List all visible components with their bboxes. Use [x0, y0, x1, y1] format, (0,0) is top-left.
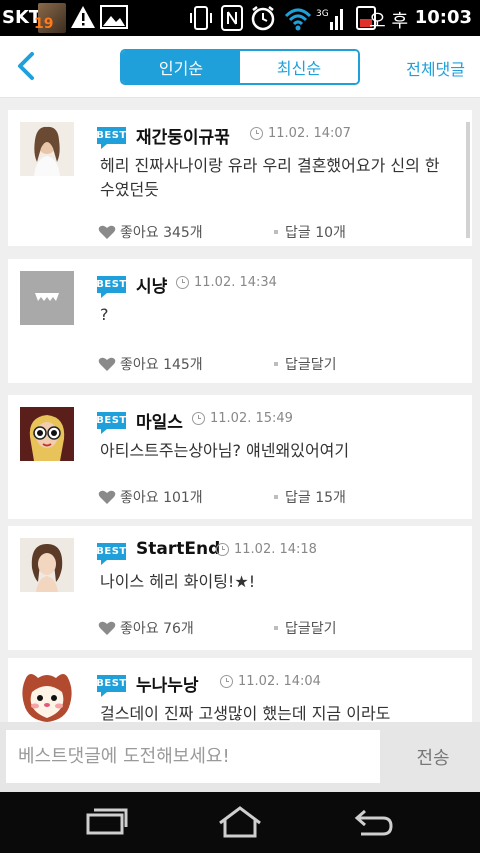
- comment-text: ?: [100, 305, 109, 324]
- like-button[interactable]: 좋아요 345개: [98, 222, 203, 242]
- bullet-icon: [274, 626, 278, 630]
- vibrate-icon: [190, 4, 212, 40]
- comment-timestamp: 11.02. 14:34: [176, 275, 277, 290]
- comment-text: 헤리 진짜사나이랑 유라 우리 결혼했어요가 신의 한수였던듯: [100, 156, 440, 199]
- home-button[interactable]: [210, 800, 270, 844]
- comment-list[interactable]: BEST 재간둥이규꾺 11.02. 14:07 헤리 진짜사나이랑 유라 우리…: [0, 98, 480, 722]
- nfc-icon: [220, 4, 244, 40]
- comment-item: BEST 시냥 11.02. 14:34 ? 좋아요 145개 답글달기: [8, 259, 472, 383]
- signal-icon: 3G: [316, 4, 346, 40]
- comment-item: BEST StartEnd 11.02. 14:18 나이스 헤리 화이팅!★!…: [8, 526, 472, 650]
- avatar[interactable]: [20, 271, 74, 325]
- comment-text: 나이스 헤리 화이팅!★!: [100, 572, 256, 591]
- bullet-icon: [274, 495, 278, 499]
- clock-icon: [192, 412, 205, 425]
- wifi-icon: [284, 4, 312, 40]
- best-badge: BEST: [96, 276, 126, 298]
- comment-item: BEST 재간둥이규꾺 11.02. 14:07 헤리 진짜사나이랑 유라 우리…: [8, 110, 472, 246]
- heart-icon: [98, 490, 116, 504]
- tab-latest[interactable]: 최신순: [240, 51, 358, 83]
- comments-header: 인기순 최신순 전체댓글: [0, 36, 480, 98]
- comment-item: BEST 누나누낭 11.02. 14:04 걸스데이 진짜 고생많이 했는데 …: [8, 658, 472, 722]
- scrollbar[interactable]: [466, 122, 470, 238]
- best-badge: BEST: [96, 675, 126, 697]
- comment-nickname[interactable]: 누나누낭: [136, 671, 199, 696]
- avatar[interactable]: [20, 122, 74, 176]
- recent-apps-icon: [86, 808, 128, 835]
- best-badge: BEST: [96, 412, 126, 434]
- comment-text: 아티스트주는상아님? 얘넨왜있어여기: [100, 441, 350, 460]
- clock-icon: [220, 675, 233, 688]
- clock-icon: [176, 276, 189, 289]
- back-arrow-icon: [354, 809, 393, 836]
- avatar[interactable]: [20, 538, 74, 592]
- chevron-left-icon: [18, 52, 34, 80]
- image-icon: [100, 4, 128, 38]
- all-comments-link[interactable]: 전체댓글: [406, 56, 465, 80]
- heart-icon: [98, 225, 116, 239]
- comment-nickname[interactable]: StartEnd: [136, 539, 220, 559]
- avatar[interactable]: [20, 407, 74, 461]
- sort-segmented-control: 인기순 최신순: [120, 49, 360, 85]
- comment-timestamp: 11.02. 14:04: [220, 674, 321, 689]
- comment-nickname[interactable]: 재간둥이규꾺: [136, 123, 230, 148]
- reply-button[interactable]: 답글 10개: [274, 222, 346, 242]
- heart-icon: [98, 621, 116, 635]
- alarm-icon: [250, 4, 276, 40]
- like-button[interactable]: 좋아요 101개: [98, 487, 203, 507]
- comment-text: 걸스데이 진짜 고생많이 했는데 지금 이라도: [100, 704, 391, 722]
- back-nav-button[interactable]: [343, 800, 403, 844]
- reply-button[interactable]: 답글 15개: [274, 487, 346, 507]
- best-badge: BEST: [96, 127, 126, 149]
- clock-icon: [250, 127, 263, 140]
- home-icon: [219, 806, 261, 838]
- comment-nickname[interactable]: 시냥: [136, 272, 167, 297]
- ampm-label: 오 후: [369, 11, 408, 32]
- clock-icon: [216, 543, 229, 556]
- avatar[interactable]: [20, 670, 74, 722]
- comment-input[interactable]: [6, 730, 380, 783]
- heart-icon: [98, 357, 116, 371]
- send-button[interactable]: 전송: [392, 730, 474, 783]
- like-button[interactable]: 좋아요 76개: [98, 618, 194, 638]
- comment-item: BEST 마일스 11.02. 15:49 아티스트주는상아님? 얘넨왜있어여기…: [8, 395, 472, 519]
- back-button[interactable]: [10, 48, 46, 84]
- reply-button[interactable]: 답글달기: [274, 354, 337, 374]
- reply-button[interactable]: 답글달기: [274, 618, 337, 638]
- bullet-icon: [274, 230, 278, 234]
- recent-apps-button[interactable]: [76, 800, 136, 844]
- comment-timestamp: 11.02. 15:49: [192, 411, 293, 426]
- comment-timestamp: 11.02. 14:07: [250, 126, 351, 141]
- system-navigation-bar: [0, 792, 480, 853]
- comment-input-bar: 전송: [0, 722, 480, 792]
- clock-label: 10:03: [414, 7, 472, 28]
- like-button[interactable]: 좋아요 145개: [98, 354, 203, 374]
- tab-popular[interactable]: 인기순: [122, 51, 240, 83]
- svg-text:3G: 3G: [316, 9, 329, 19]
- warning-icon: [70, 4, 96, 38]
- comment-timestamp: 11.02. 14:18: [216, 542, 317, 557]
- bullet-icon: [274, 362, 278, 366]
- status-bar: SKT 19 3G 오 후 10:03: [0, 0, 480, 36]
- notification-badge: 19: [34, 16, 54, 32]
- best-badge: BEST: [96, 543, 126, 565]
- comment-nickname[interactable]: 마일스: [136, 408, 183, 433]
